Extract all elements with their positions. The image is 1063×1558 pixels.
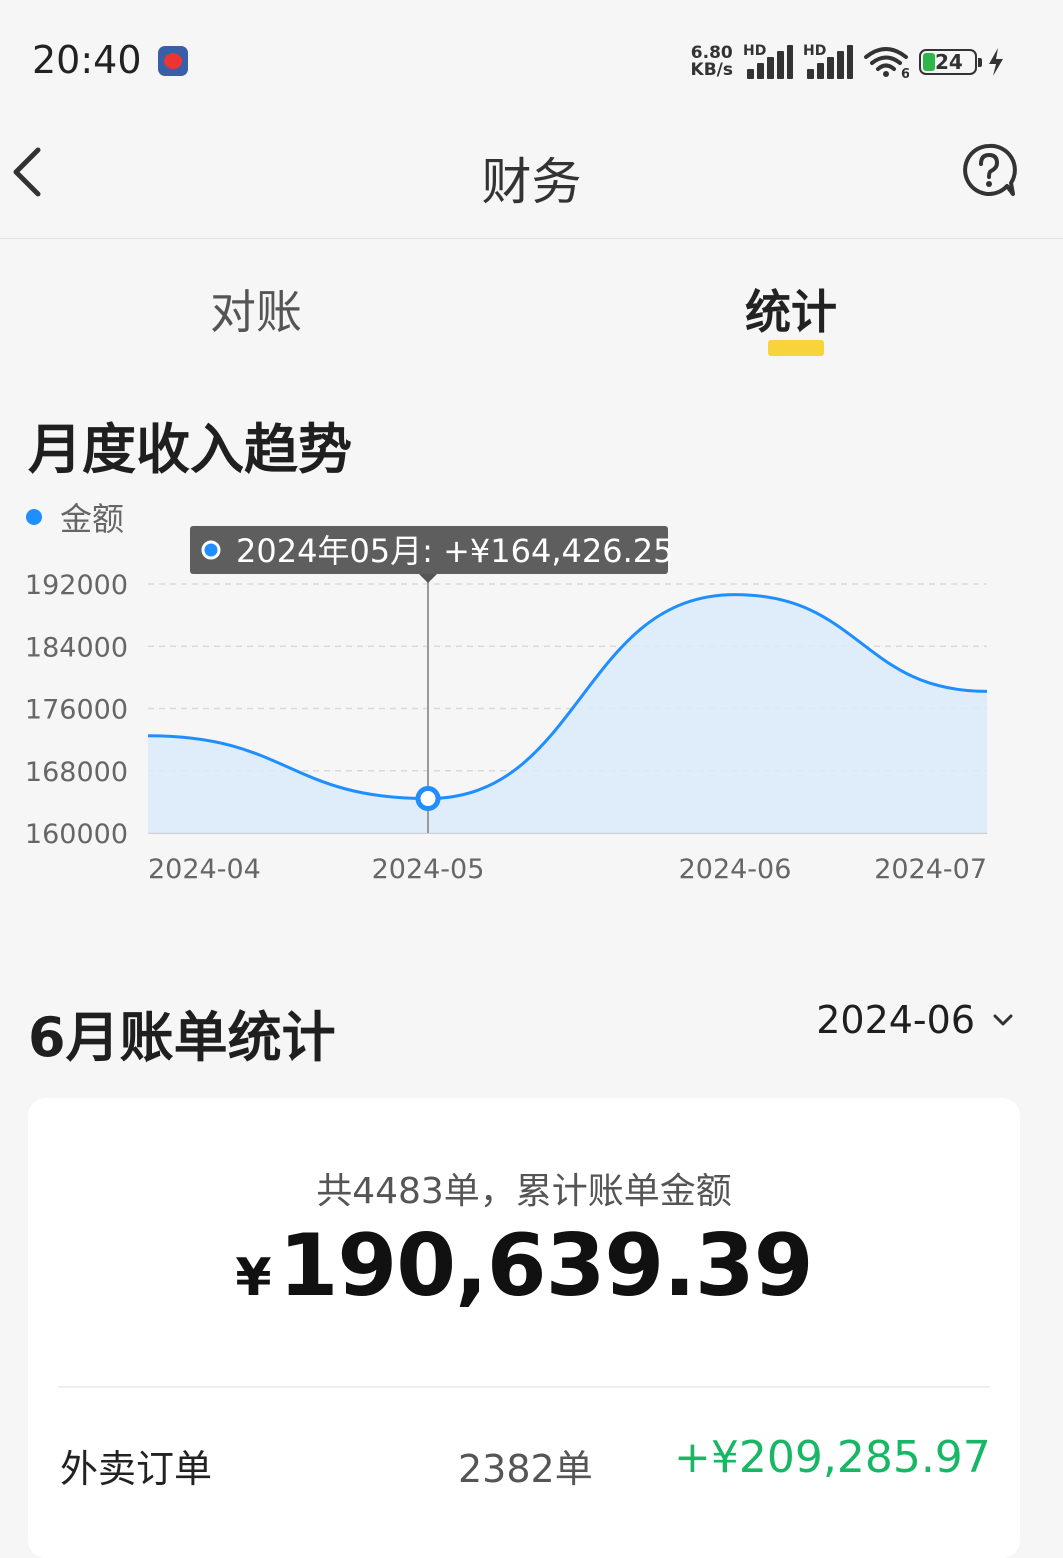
tabs: 对账 统计 <box>0 240 1063 370</box>
battery-level: 24 <box>935 50 963 74</box>
tooltip-dot-icon <box>201 540 221 560</box>
row-count-takeout: 2382单 <box>458 1447 593 1491</box>
tab-statistics[interactable]: 统计 <box>745 276 837 342</box>
page-title: 财务 <box>481 153 582 211</box>
summary-card: 共4483单，累计账单金额 ¥190,639.39 外卖订单 2382单 +¥2… <box>28 1098 1020 1558</box>
app-notification-icon <box>158 46 188 76</box>
signal-hd-label-2: HD <box>803 43 827 59</box>
x-tick-label: 2024-06 <box>679 854 792 885</box>
summary-caption: 共4483单，累计账单金额 <box>316 1171 732 1212</box>
battery-icon: 24 <box>919 49 982 75</box>
highlight-point <box>415 786 441 812</box>
signal-hd-label: HD <box>743 43 767 59</box>
status-time: 20:40 <box>32 38 142 82</box>
network-speed: 6.80 KB/s <box>691 45 733 79</box>
y-tick-label: 168000 <box>25 757 128 788</box>
row-amount-takeout: +¥209,285.97 <box>674 1432 991 1483</box>
y-tick-label: 160000 <box>25 819 128 850</box>
status-bar: 20:40 6.80 KB/s HD HD 6 24 <box>0 0 1063 120</box>
y-tick-label: 192000 <box>25 570 128 601</box>
month-value: 2024-06 <box>816 998 975 1042</box>
bill-title: 6月账单统计 <box>28 1006 336 1069</box>
chevron-down-icon <box>993 1014 1013 1026</box>
tab-reconcile[interactable]: 对账 <box>210 276 302 342</box>
charging-icon <box>989 48 1003 76</box>
y-tick-label: 184000 <box>25 632 128 663</box>
signal-icon-2: HD <box>803 43 853 79</box>
tooltip-pointer <box>419 574 437 583</box>
x-tick-label: 2024-04 <box>148 854 261 885</box>
row-label-takeout: 外卖订单 <box>60 1447 213 1491</box>
month-select[interactable]: 2024-06 <box>816 998 1015 1042</box>
nav-bar: 财务 <box>0 120 1063 239</box>
signal-icon: HD <box>743 43 793 79</box>
divider <box>58 1386 990 1388</box>
x-tick-label: 2024-07 <box>874 854 987 885</box>
wifi-label: 6 <box>901 67 909 79</box>
tooltip-text: 2024年05月: +¥164,426.25 <box>236 532 674 570</box>
y-tick-label: 176000 <box>25 695 128 726</box>
monthly-income-chart[interactable]: 192000 184000 176000 168000 160000 2024-04 202… <box>0 520 1063 900</box>
network-speed-unit: KB/s <box>690 60 733 80</box>
total-amount: 190,639.39 <box>278 1216 814 1316</box>
currency-symbol: ¥ <box>235 1248 271 1308</box>
status-indicators: 6.80 KB/s HD HD 6 24 <box>691 42 1005 82</box>
help-icon[interactable] <box>961 142 1017 198</box>
trend-title: 月度收入趋势 <box>28 418 352 481</box>
x-tick-label: 2024-05 <box>372 854 485 885</box>
wifi-icon: 6 <box>864 47 909 79</box>
summary-total: ¥190,639.39 <box>28 1216 1020 1316</box>
active-tab-indicator <box>768 340 824 356</box>
